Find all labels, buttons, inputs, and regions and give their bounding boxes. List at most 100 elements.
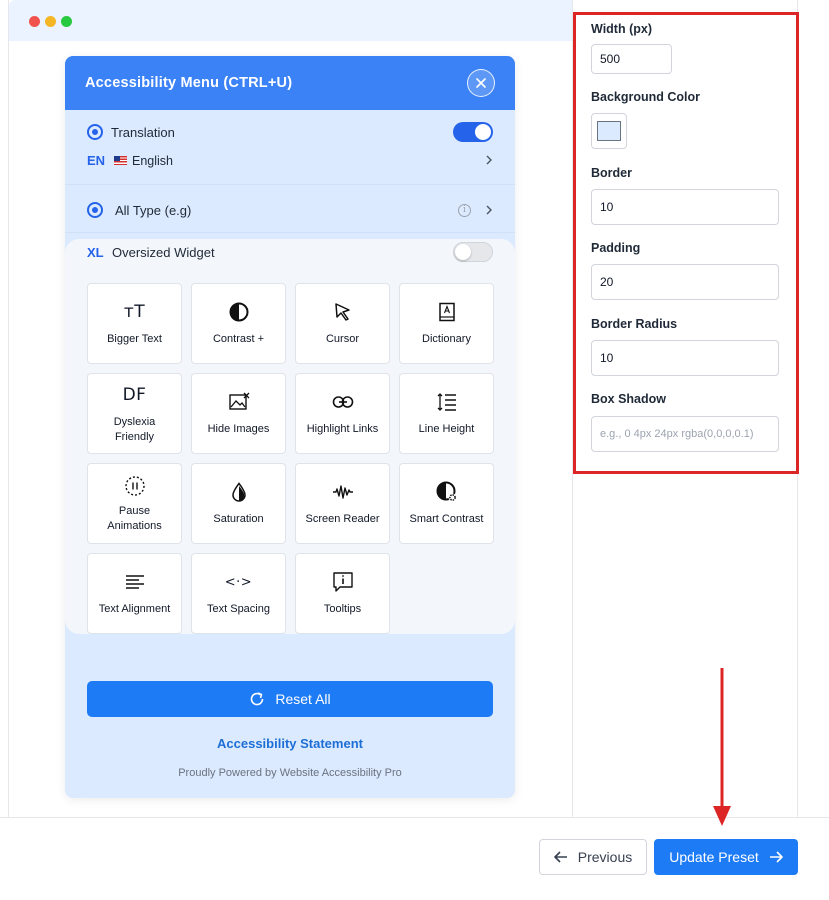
tile-label: Dictionary [422, 333, 471, 345]
tile-label: Tooltips [323, 603, 362, 615]
padding-input[interactable]: 20 [591, 264, 779, 300]
tile-label: Bigger Text [107, 333, 162, 345]
tile-text-alignment[interactable]: Text Alignment [87, 553, 182, 634]
border-radius-label: Border Radius [591, 317, 678, 331]
dictionary-icon [438, 300, 456, 324]
tile-label: Dyslexia Friendly [113, 415, 156, 443]
text-spacing-icon: <·> [224, 574, 253, 590]
width-label: Width (px) [591, 22, 652, 36]
translation-toggle[interactable] [453, 122, 493, 142]
widget-header: Accessibility Menu (CTRL+U) [65, 56, 515, 110]
saturation-icon [231, 480, 247, 504]
close-button[interactable] [467, 69, 495, 97]
all-type-radio-icon [87, 202, 103, 218]
all-type-label: All Type (e.g) [115, 202, 192, 218]
translation-row: Translation [87, 122, 493, 142]
tile-dyslexia-friendly[interactable]: DF Dyslexia Friendly [87, 373, 182, 454]
tile-contrast[interactable]: Contrast + [191, 283, 286, 364]
features-panel: XL Oversized Widget ᴛT Bigger Text Contr… [65, 239, 515, 634]
tile-label: Saturation [213, 513, 264, 525]
box-shadow-input[interactable]: e.g., 0 4px 24px rgba(0,0,0,0.1) [591, 416, 779, 452]
dyslexia-icon: DF [122, 384, 147, 405]
oversized-row: XL Oversized Widget [87, 242, 493, 262]
language-code: EN [87, 153, 106, 168]
tile-bigger-text[interactable]: ᴛT Bigger Text [87, 283, 182, 364]
annotation-arrow-icon [713, 668, 731, 826]
us-flag-icon [114, 156, 127, 165]
widget-title: Accessibility Menu (CTRL+U) [85, 75, 293, 91]
background-color-picker[interactable] [591, 113, 627, 149]
tile-label: Smart Contrast [409, 513, 484, 525]
bigger-text-icon: ᴛT [123, 302, 146, 322]
box-shadow-label: Box Shadow [591, 392, 667, 406]
tile-label: Text Alignment [98, 603, 171, 615]
tile-label: Line Height [418, 423, 475, 435]
tile-label: Text Spacing [207, 603, 270, 615]
accessibility-statement-link[interactable]: Accessibility Statement [65, 736, 515, 751]
hide-images-icon [228, 390, 250, 414]
background-color-label: Background Color [591, 90, 701, 104]
tooltip-icon [332, 570, 354, 594]
oversized-label: Oversized Widget [112, 244, 215, 260]
reset-all-label: Reset All [275, 691, 331, 707]
arrow-right-icon [769, 851, 783, 863]
border-input[interactable]: 10 [591, 189, 779, 225]
footer-divider [0, 817, 829, 818]
powered-by-text: Proudly Powered by Website Accessibility… [178, 767, 402, 779]
tile-label: Hide Images [207, 423, 270, 435]
tile-label: Screen Reader [305, 513, 380, 525]
tile-label: Pause Animations [107, 504, 162, 532]
smart-contrast-icon [436, 480, 458, 504]
window-title-bar [9, 0, 572, 41]
text-align-icon [125, 570, 145, 594]
cursor-icon [333, 300, 353, 324]
contrast-icon [229, 300, 249, 324]
tile-dictionary[interactable]: Dictionary [399, 283, 494, 364]
update-preset-label: Update Preset [669, 849, 759, 865]
close-icon [476, 78, 486, 88]
tile-text-spacing[interactable]: <·> Text Spacing [191, 553, 286, 634]
window-minimize-dot [45, 16, 56, 27]
tile-saturation[interactable]: Saturation [191, 463, 286, 544]
padding-label: Padding [591, 241, 641, 255]
color-swatch [597, 121, 621, 141]
tile-label: Cursor [325, 333, 359, 345]
tile-pause-animations[interactable]: Pause Animations [87, 463, 182, 544]
tile-hide-images[interactable]: Hide Images [191, 373, 286, 454]
chevron-right-icon [485, 153, 493, 168]
previous-button[interactable]: Previous [539, 839, 647, 875]
oversized-toggle[interactable] [453, 242, 493, 262]
translation-label: Translation [111, 124, 175, 140]
previous-label: Previous [577, 849, 633, 865]
tile-smart-contrast[interactable]: Smart Contrast [399, 463, 494, 544]
tile-label: Contrast + [212, 333, 265, 345]
tile-label: Highlight Links [306, 423, 379, 435]
screen-reader-icon [332, 480, 354, 504]
pause-animations-icon [124, 474, 146, 498]
update-preset-button[interactable]: Update Preset [654, 839, 798, 875]
divider [65, 232, 515, 233]
language-name: English [132, 153, 173, 168]
width-input[interactable]: 500 [591, 44, 672, 74]
tile-line-height[interactable]: Line Height [399, 373, 494, 454]
reset-all-button[interactable]: Reset All [87, 681, 493, 717]
line-height-icon [436, 390, 458, 414]
tile-screen-reader[interactable]: Screen Reader [295, 463, 390, 544]
arrow-left-icon [553, 851, 567, 863]
tile-cursor[interactable]: Cursor [295, 283, 390, 364]
divider [65, 184, 515, 185]
tile-tooltips[interactable]: Tooltips [295, 553, 390, 634]
accessibility-widget: Accessibility Menu (CTRL+U) Translation … [65, 56, 515, 798]
tile-highlight-links[interactable]: Highlight Links [295, 373, 390, 454]
refresh-icon [251, 692, 264, 706]
border-radius-input[interactable]: 10 [591, 340, 779, 376]
language-row[interactable]: EN English [87, 153, 493, 168]
window-maximize-dot [61, 16, 72, 27]
info-icon[interactable]: i [458, 203, 471, 217]
border-label: Border [591, 166, 632, 180]
link-icon [332, 390, 354, 414]
oversized-badge: XL [87, 244, 104, 260]
translation-radio-icon [87, 124, 103, 140]
chevron-right-icon [485, 203, 493, 218]
all-type-row[interactable]: All Type (e.g) i [87, 202, 493, 218]
